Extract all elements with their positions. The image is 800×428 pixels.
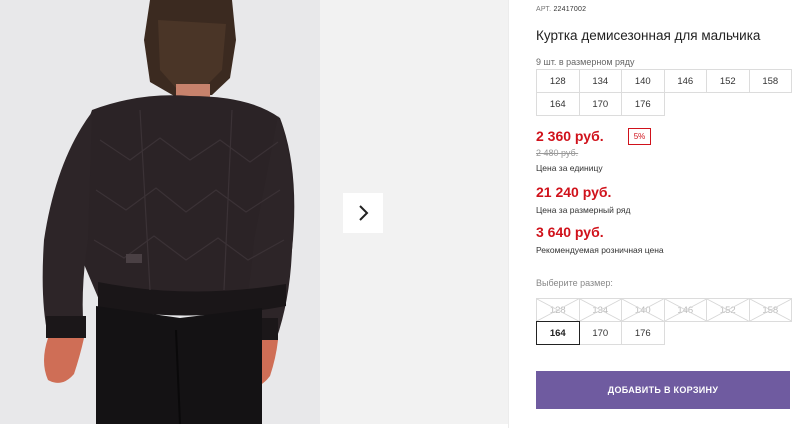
size-option-disabled: 128 <box>536 298 580 322</box>
size-run-cell: 146 <box>663 69 707 93</box>
strike-icon <box>579 299 621 321</box>
product-sku: АРТ. 22417002 <box>536 6 586 13</box>
product-title: Куртка демисезонная для мальчика <box>536 28 761 43</box>
size-run-cell: 170 <box>578 92 622 116</box>
set-price-caption: Цена за размерный ряд <box>536 205 631 215</box>
size-run-cell: 176 <box>621 92 665 116</box>
panel-divider <box>508 0 509 428</box>
size-option-disabled: 158 <box>748 298 792 322</box>
old-price: 2 480 руб. <box>536 148 579 158</box>
unit-price: 2 360 руб. <box>536 128 604 144</box>
set-price: 21 240 руб. <box>536 184 612 200</box>
size-option-disabled: 140 <box>621 298 665 322</box>
product-photo <box>0 0 320 424</box>
size-run-cell: 158 <box>748 69 792 93</box>
size-option-disabled: 152 <box>706 298 750 322</box>
size-option-disabled: 146 <box>663 298 707 322</box>
size-run-cell: 152 <box>706 69 750 93</box>
size-run-grid: 128 134 140 146 152 158 164 170 176 <box>536 69 792 116</box>
unit-price-caption: Цена за единицу <box>536 163 603 173</box>
size-run-cell: 140 <box>621 69 665 93</box>
size-option[interactable]: 176 <box>621 321 665 345</box>
add-to-cart-button[interactable]: ДОБАВИТЬ В КОРЗИНУ <box>536 371 790 409</box>
strike-icon <box>664 299 706 321</box>
gallery-next-button[interactable] <box>343 193 383 233</box>
size-run-cell: 134 <box>578 69 622 93</box>
size-run-cell: 128 <box>536 69 580 93</box>
strike-icon <box>537 299 579 321</box>
discount-badge: 5% <box>628 128 651 145</box>
size-option-disabled: 134 <box>578 298 622 322</box>
chevron-right-icon <box>359 205 369 221</box>
size-option-selected[interactable]: 164 <box>536 321 580 345</box>
size-picker: 128 134 140 146 152 158 164 170 176 <box>536 298 792 345</box>
strike-icon <box>707 299 749 321</box>
rrp-price: 3 640 руб. <box>536 224 604 240</box>
strike-icon <box>622 299 664 321</box>
rrp-price-caption: Рекомендуемая розничная цена <box>536 245 664 255</box>
product-gallery <box>0 0 508 428</box>
size-run-cell: 164 <box>536 92 580 116</box>
size-picker-label: Выберите размер: <box>536 278 613 288</box>
size-run-count: 9 шт. в размерном ряду <box>536 57 635 67</box>
sku-value: 22417002 <box>553 6 587 13</box>
sku-label: АРТ. <box>536 6 552 13</box>
size-option[interactable]: 170 <box>578 321 622 345</box>
strike-icon <box>749 299 791 321</box>
